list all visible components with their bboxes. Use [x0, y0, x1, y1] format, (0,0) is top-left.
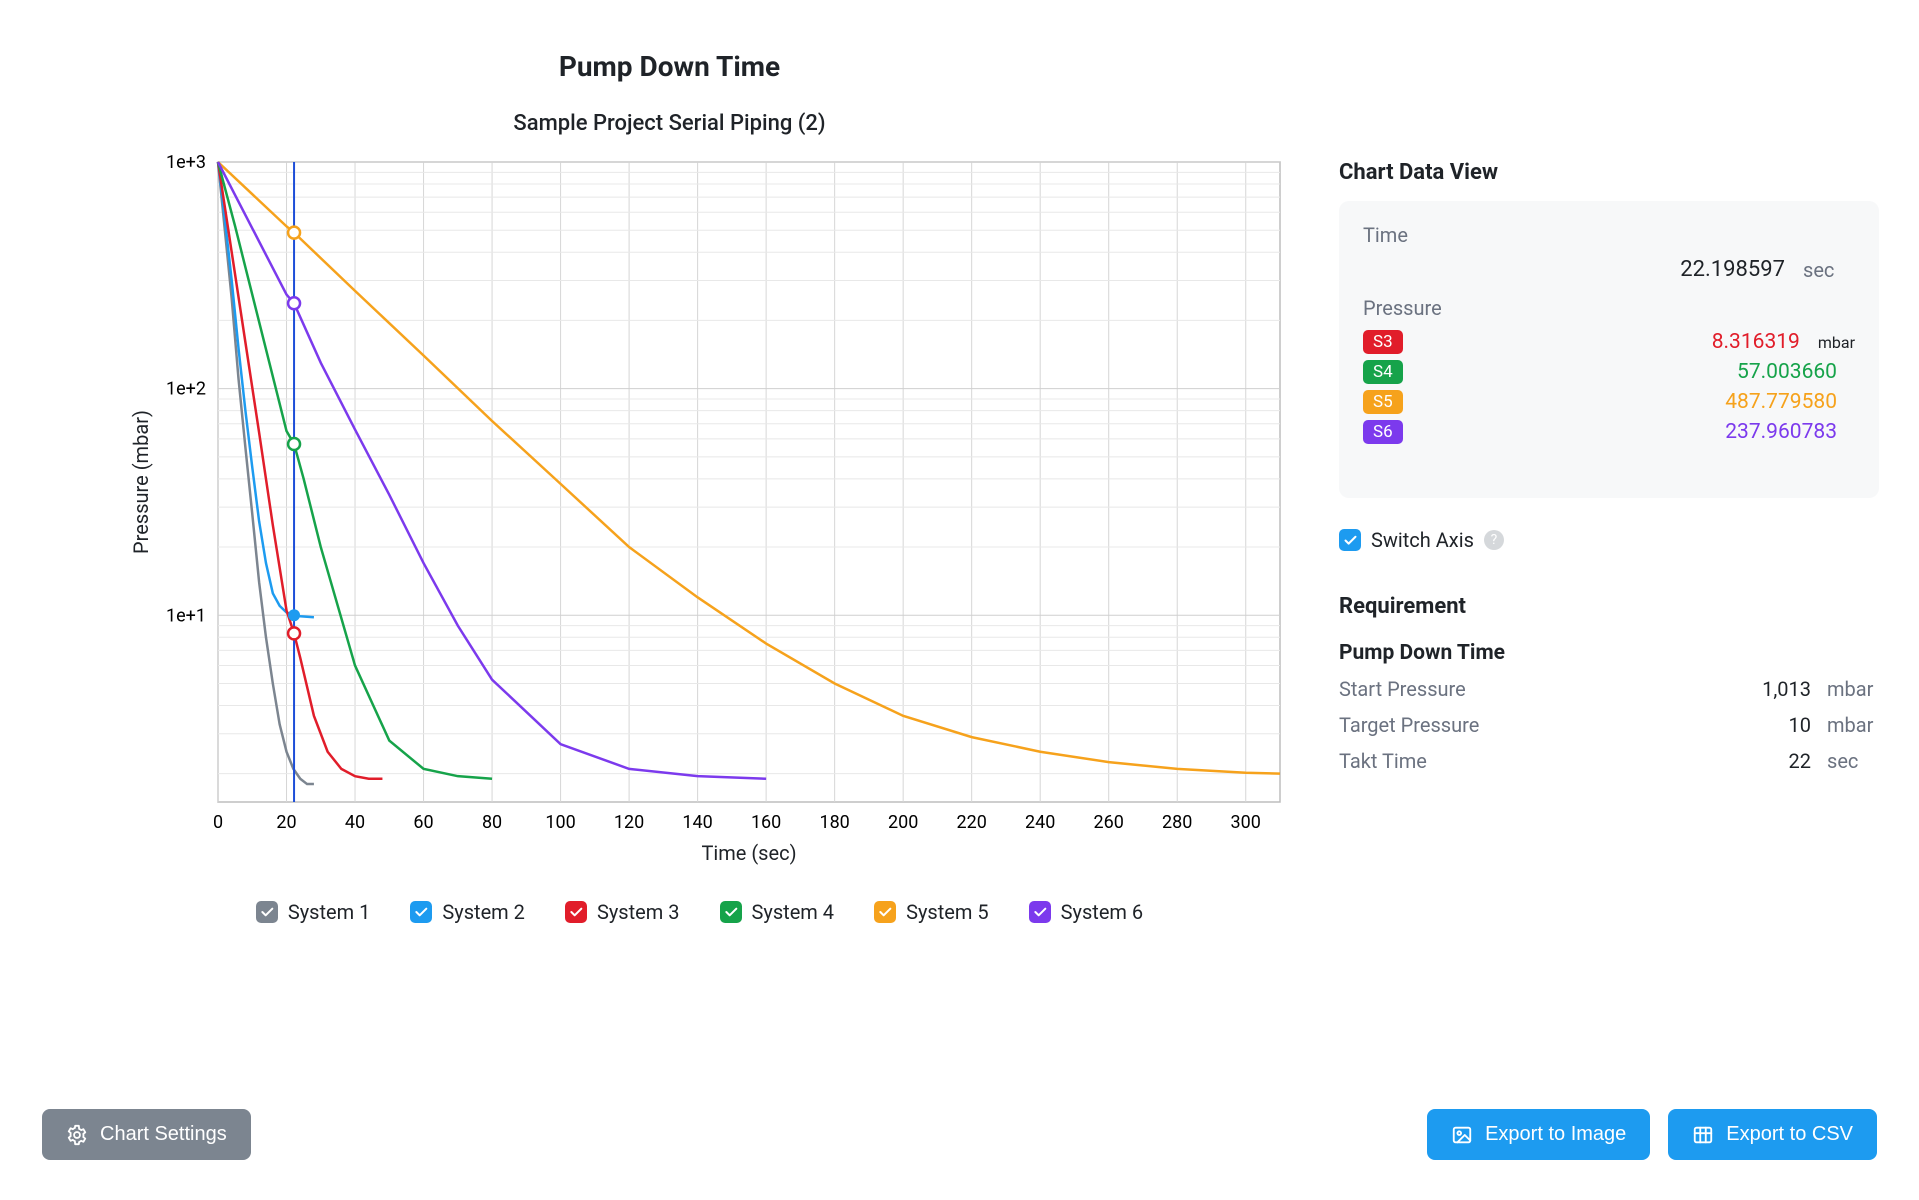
- legend-item-s6[interactable]: System 6: [1029, 900, 1144, 924]
- requirement-row: Takt Time 22 sec: [1339, 749, 1879, 773]
- legend-item-s2[interactable]: System 2: [410, 900, 525, 924]
- checkbox-icon: [565, 901, 587, 923]
- svg-text:300: 300: [1230, 812, 1260, 833]
- series-badge: S5: [1363, 390, 1403, 414]
- table-icon: [1692, 1124, 1714, 1146]
- svg-text:Time (sec): Time (sec): [701, 841, 796, 865]
- svg-text:60: 60: [413, 812, 433, 833]
- requirement-heading: Requirement: [1339, 594, 1879, 619]
- pressure-value: 237.960783: [1725, 420, 1837, 444]
- svg-text:200: 200: [887, 812, 917, 833]
- svg-text:240: 240: [1025, 812, 1055, 833]
- switch-axis-label: Switch Axis: [1371, 528, 1474, 552]
- checkbox-icon: [256, 901, 278, 923]
- svg-text:80: 80: [481, 812, 501, 833]
- svg-text:20: 20: [276, 812, 296, 833]
- svg-text:0: 0: [212, 812, 222, 833]
- requirement-unit: mbar: [1827, 713, 1879, 737]
- svg-text:1e+1: 1e+1: [166, 605, 206, 626]
- series-badge: S4: [1363, 360, 1403, 384]
- pressure-value: 8.316319: [1712, 330, 1800, 354]
- checkbox-icon: [720, 901, 742, 923]
- svg-text:100: 100: [545, 812, 575, 833]
- svg-text:280: 280: [1162, 812, 1192, 833]
- series-badge: S6: [1363, 420, 1403, 444]
- series-badge: S3: [1363, 330, 1403, 354]
- requirement-key: Start Pressure: [1339, 677, 1466, 701]
- requirement-unit: sec: [1827, 749, 1879, 773]
- checkbox-icon: [874, 901, 896, 923]
- svg-text:Pressure (mbar): Pressure (mbar): [129, 410, 153, 554]
- requirement-unit: mbar: [1827, 677, 1879, 701]
- pressure-value: 57.003660: [1737, 360, 1837, 384]
- checkbox-icon: [410, 901, 432, 923]
- data-view-heading: Chart Data View: [1339, 160, 1879, 185]
- pressure-row-s5: S5 487.779580: [1363, 390, 1855, 414]
- chart-legend: System 1 System 2 System 3 System 4 System 5…: [196, 900, 1143, 924]
- legend-item-s1[interactable]: System 1: [256, 900, 371, 924]
- svg-text:220: 220: [956, 812, 986, 833]
- pressure-row-s4: S4 57.003660: [1363, 360, 1855, 384]
- pressure-row-s6: S6 237.960783: [1363, 420, 1855, 444]
- requirement-key: Takt Time: [1339, 749, 1427, 773]
- pressure-value: 487.779580: [1725, 390, 1837, 414]
- export-csv-button[interactable]: Export to CSV: [1668, 1109, 1877, 1160]
- svg-text:1e+2: 1e+2: [166, 379, 206, 400]
- requirement-row: Start Pressure 1,013 mbar: [1339, 677, 1879, 701]
- requirement-value: 22: [1789, 749, 1811, 773]
- pressure-row-s3: S3 8.316319 mbar: [1363, 330, 1855, 354]
- legend-label: System 5: [906, 900, 989, 924]
- chart-settings-button[interactable]: Chart Settings: [42, 1109, 251, 1160]
- legend-item-s5[interactable]: System 5: [874, 900, 989, 924]
- export-image-button[interactable]: Export to Image: [1427, 1109, 1650, 1160]
- requirement-row: Target Pressure 10 mbar: [1339, 713, 1879, 737]
- time-value: 22.198597: [1680, 257, 1785, 282]
- chart-data-view-card: Time 22.198597 sec Pressure S3 8.316319 mb…: [1339, 201, 1879, 498]
- chart-title: Pump Down Time: [559, 50, 780, 83]
- chart-settings-label: Chart Settings: [100, 1123, 227, 1146]
- svg-text:120: 120: [613, 812, 643, 833]
- time-label: Time: [1363, 223, 1855, 247]
- pressure-label: Pressure: [1363, 296, 1855, 320]
- legend-label: System 6: [1061, 900, 1144, 924]
- pressure-unit: mbar: [1818, 333, 1855, 352]
- svg-text:160: 160: [750, 812, 780, 833]
- requirement-subheading: Pump Down Time: [1339, 641, 1879, 665]
- legend-item-s3[interactable]: System 3: [565, 900, 680, 924]
- help-icon[interactable]: ?: [1484, 530, 1504, 550]
- export-image-label: Export to Image: [1485, 1123, 1626, 1146]
- svg-text:140: 140: [682, 812, 712, 833]
- svg-text:1e+3: 1e+3: [166, 152, 206, 173]
- switch-axis-checkbox[interactable]: [1339, 529, 1361, 551]
- requirement-value: 10: [1789, 713, 1811, 737]
- legend-label: System 4: [752, 900, 835, 924]
- svg-text:40: 40: [344, 812, 364, 833]
- legend-item-s4[interactable]: System 4: [720, 900, 835, 924]
- checkbox-icon: [1029, 901, 1051, 923]
- export-csv-label: Export to CSV: [1726, 1123, 1853, 1146]
- legend-label: System 3: [597, 900, 680, 924]
- gear-icon: [66, 1124, 88, 1146]
- chart-subtitle: Sample Project Serial Piping (2): [513, 111, 825, 136]
- legend-label: System 2: [442, 900, 525, 924]
- legend-label: System 1: [288, 900, 371, 924]
- pump-down-chart[interactable]: 0 20 40 60 80 100 120 140 160 180 200 220 240 260 280 3…: [120, 152, 1300, 872]
- requirement-value: 1,013: [1762, 677, 1811, 701]
- time-unit: sec: [1803, 258, 1855, 282]
- image-icon: [1451, 1124, 1473, 1146]
- svg-text:180: 180: [819, 812, 849, 833]
- requirement-key: Target Pressure: [1339, 713, 1479, 737]
- svg-text:260: 260: [1093, 812, 1123, 833]
